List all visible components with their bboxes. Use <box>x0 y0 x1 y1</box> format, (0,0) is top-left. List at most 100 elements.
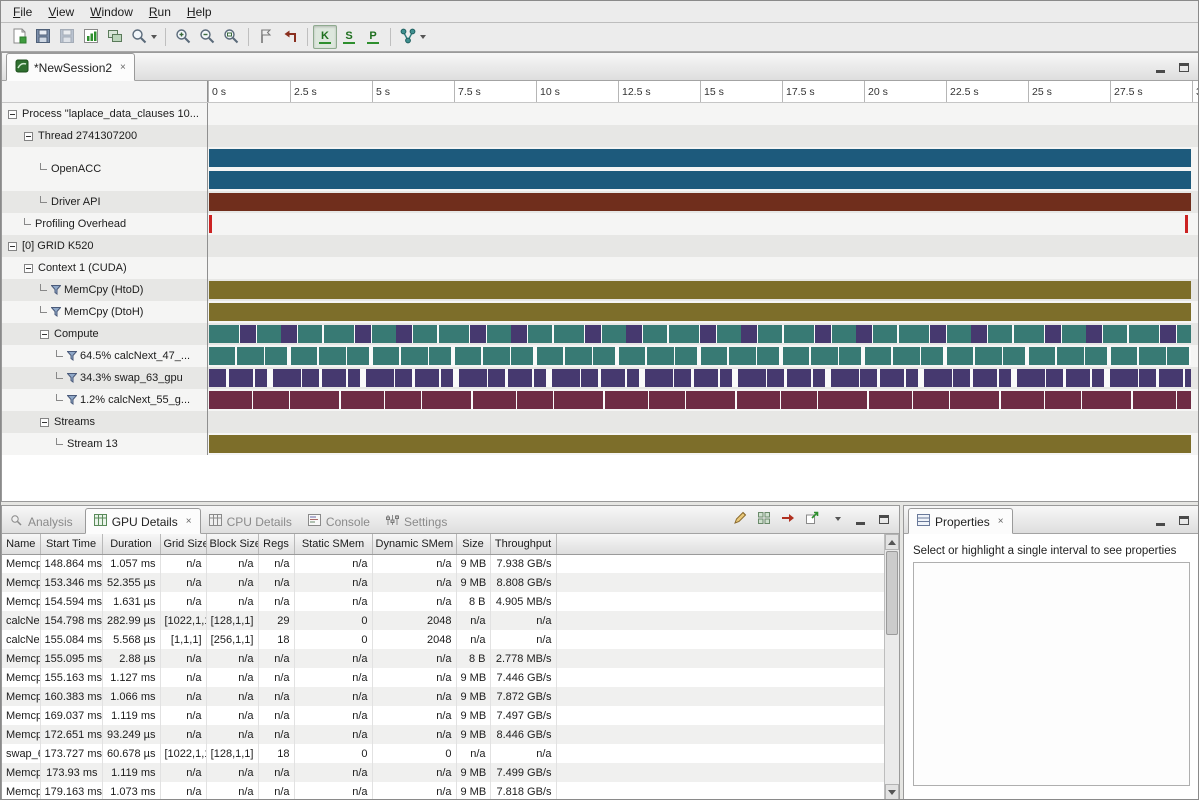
timeline-lane-process[interactable] <box>208 103 1199 125</box>
timeline-label-driver-api[interactable]: Driver API <box>2 191 208 213</box>
table-row[interactable]: Memcp173.93 ms1.119 msn/an/an/an/an/a9 M… <box>2 763 884 782</box>
timeline-label-memcpy-htod[interactable]: MemCpy (HtoD) <box>2 279 208 301</box>
collapse-toggle-icon[interactable] <box>40 330 49 339</box>
timeline-lane-grid-k520[interactable] <box>208 235 1199 257</box>
column-header-size[interactable]: Size <box>456 534 490 554</box>
menu-run[interactable]: Run <box>141 2 179 22</box>
timeline-bar[interactable] <box>209 369 1191 387</box>
tab-settings[interactable]: Settings <box>378 509 455 533</box>
table-row[interactable]: Memcp169.037 ms1.119 msn/an/an/an/an/a9 … <box>2 706 884 725</box>
timeline-lane-memcpy-dtoh[interactable] <box>208 301 1199 323</box>
timeline-label-kernel-calcnext-47[interactable]: 64.5% calcNext_47_... <box>2 345 208 367</box>
timeline-lane-kernel-swap-63[interactable] <box>208 367 1199 389</box>
timeline-label-kernel-swap-63[interactable]: 34.3% swap_63_gpu <box>2 367 208 389</box>
timeline-lane-streams[interactable] <box>208 411 1199 433</box>
tab-gpu-details[interactable]: GPU Details× <box>85 508 201 534</box>
minimize-button[interactable] <box>851 510 869 528</box>
scroll-down-button[interactable] <box>885 784 899 800</box>
zoom-fit-button[interactable] <box>219 25 243 49</box>
column-header-regs[interactable]: Regs <box>258 534 294 554</box>
close-session-tab-icon[interactable]: × <box>120 62 126 73</box>
menu-window[interactable]: Window <box>82 2 141 22</box>
menu-view[interactable]: View <box>40 2 82 22</box>
table-row[interactable]: calcNe155.084 ms5.568 µs[1,1,1][256,1,1]… <box>2 630 884 649</box>
search-button[interactable] <box>127 25 160 49</box>
timeline-lane-thread[interactable] <box>208 125 1199 147</box>
timeline-label-context-1[interactable]: Context 1 (CUDA) <box>2 257 208 279</box>
table-row[interactable]: Memcp148.864 ms1.057 msn/an/an/an/an/a9 … <box>2 554 884 573</box>
table-row[interactable]: Memcp160.383 ms1.066 msn/an/an/an/an/a9 … <box>2 687 884 706</box>
table-row[interactable]: Memcp153.346 ms52.355 µsn/an/an/an/an/a9… <box>2 573 884 592</box>
stream-timeline-toggle-button[interactable]: S <box>337 25 361 49</box>
zoom-out-button[interactable] <box>195 25 219 49</box>
tab-analysis[interactable]: Analysis <box>2 509 81 533</box>
scrollbar-thumb[interactable] <box>886 551 898 635</box>
analysis-button[interactable] <box>396 25 429 49</box>
export-button[interactable] <box>803 510 821 528</box>
maximize-button[interactable] <box>1175 58 1193 76</box>
timeline-label-profiling-overhead[interactable]: Profiling Overhead <box>2 213 208 235</box>
timeline-label-kernel-calcnext-55[interactable]: 1.2% calcNext_55_g... <box>2 389 208 411</box>
session-tab[interactable]: *NewSession2 × <box>6 53 135 81</box>
column-header-start-time[interactable]: Start Time <box>40 534 102 554</box>
maximize-button[interactable] <box>875 510 893 528</box>
kernel-timeline-toggle-button[interactable]: K <box>313 25 337 49</box>
timeline-bar[interactable] <box>209 193 1191 211</box>
prev-marker-button[interactable] <box>278 25 302 49</box>
properties-tab[interactable]: Properties × <box>908 508 1013 534</box>
table-scrollbar[interactable] <box>884 534 899 800</box>
timeline-label-streams[interactable]: Streams <box>2 411 208 433</box>
timeline-label-thread[interactable]: Thread 2741307200 <box>2 125 208 147</box>
view-menu-button[interactable] <box>827 510 845 528</box>
column-header-grid-size[interactable]: Grid Size <box>160 534 206 554</box>
table-row[interactable]: Memcp172.651 ms93.249 µsn/an/an/an/an/a9… <box>2 725 884 744</box>
tab-cpu-details[interactable]: CPU Details <box>201 509 300 533</box>
timeline-label-stream-13[interactable]: Stream 13 <box>2 433 208 455</box>
pencil-button[interactable] <box>731 510 749 528</box>
collapse-toggle-icon[interactable] <box>24 264 33 273</box>
time-ruler[interactable]: 0 s2.5 s5 s7.5 s10 s12.5 s15 s17.5 s20 s… <box>208 81 1199 102</box>
save-all-button[interactable] <box>55 25 79 49</box>
table-row[interactable]: swap_6173.727 ms60.678 µs[1022,1,1][128,… <box>2 744 884 763</box>
minimize-button[interactable] <box>1151 511 1169 529</box>
timeline-lane-profiling-overhead[interactable] <box>208 213 1199 235</box>
close-properties-tab-icon[interactable]: × <box>998 516 1004 527</box>
column-header-duration[interactable]: Duration <box>102 534 160 554</box>
timeline-bar[interactable] <box>209 391 1191 409</box>
timeline-bar[interactable] <box>209 281 1191 299</box>
timeline-label-openacc[interactable]: OpenACC <box>2 147 208 191</box>
timeline-lane-driver-api[interactable] <box>208 191 1199 213</box>
collapse-toggle-icon[interactable] <box>8 242 17 251</box>
collapse-toggle-icon[interactable] <box>40 418 49 427</box>
tab-console[interactable]: Console <box>300 509 378 533</box>
timeline-lane-memcpy-htod[interactable] <box>208 279 1199 301</box>
layout-grid-button[interactable] <box>755 510 773 528</box>
close-tab-icon[interactable]: × <box>186 516 192 527</box>
scroll-up-button[interactable] <box>885 534 899 550</box>
timeline-lane-kernel-calcnext-55[interactable] <box>208 389 1199 411</box>
timeline-label-process[interactable]: Process "laplace_data_clauses 10... <box>2 103 208 125</box>
timeline-lane-stream-13[interactable] <box>208 433 1199 455</box>
table-row[interactable]: Memcp154.594 ms1.631 µsn/an/an/an/an/a8 … <box>2 592 884 611</box>
menu-file[interactable]: File <box>5 2 40 22</box>
timeline-bar[interactable] <box>209 149 1191 167</box>
timeline-bar[interactable] <box>209 303 1191 321</box>
maximize-button[interactable] <box>1175 511 1193 529</box>
process-timeline-toggle-button[interactable]: P <box>361 25 385 49</box>
zoom-in-button[interactable] <box>171 25 195 49</box>
column-header-throughput[interactable]: Throughput <box>490 534 556 554</box>
menu-help[interactable]: Help <box>179 2 220 22</box>
dropdown-caret-icon[interactable] <box>151 35 157 39</box>
save-button[interactable] <box>31 25 55 49</box>
timeline-lane-context-1[interactable] <box>208 257 1199 279</box>
dropdown-caret-icon[interactable] <box>420 35 426 39</box>
timeline-bar[interactable] <box>209 347 1191 365</box>
column-header-name[interactable]: Name <box>2 534 40 554</box>
new-session-button[interactable] <box>7 25 31 49</box>
column-header-block-size[interactable]: Block Size <box>206 534 258 554</box>
timeline-label-grid-k520[interactable]: [0] GRID K520 <box>2 235 208 257</box>
compare-button[interactable] <box>103 25 127 49</box>
next-marker-button[interactable] <box>254 25 278 49</box>
report-button[interactable] <box>79 25 103 49</box>
goto-timeline-button[interactable] <box>779 510 797 528</box>
